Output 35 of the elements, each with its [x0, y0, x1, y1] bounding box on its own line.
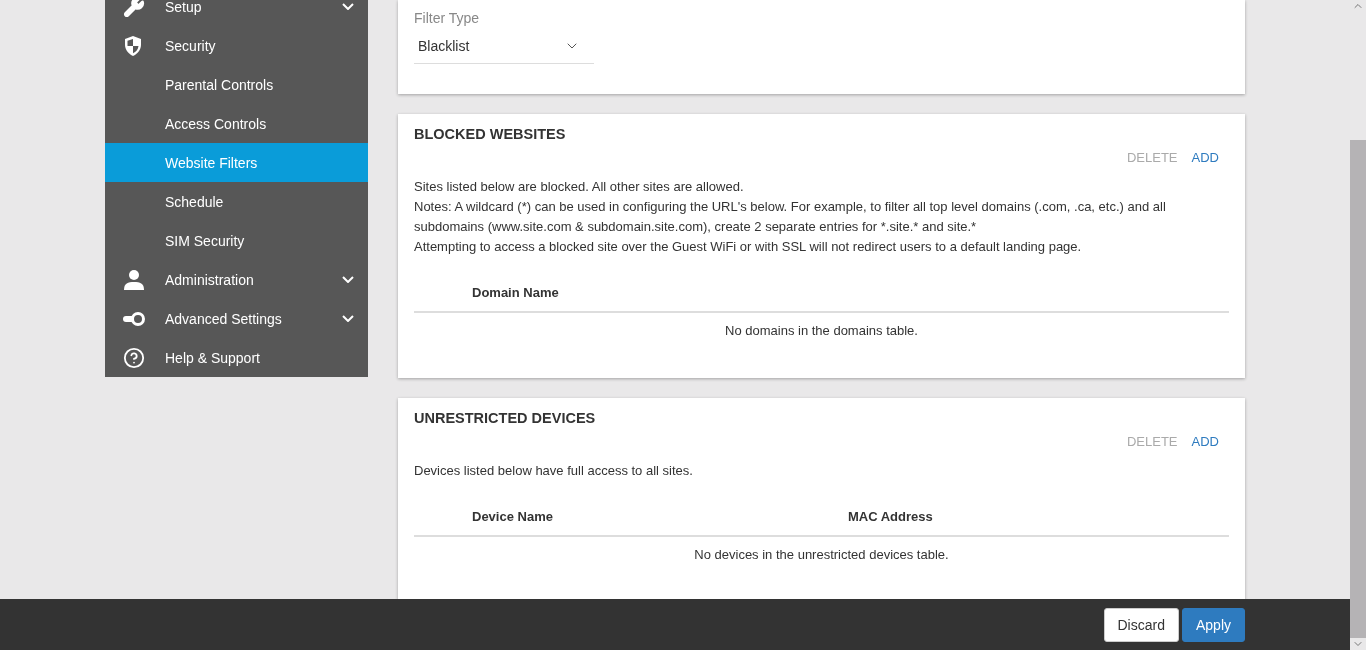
column-header: Device Name	[472, 509, 554, 524]
sidebar-item[interactable]: Administration	[105, 260, 368, 299]
column-header: MAC Address	[848, 509, 934, 524]
chevron-icon	[342, 315, 354, 322]
description-text: Notes: A wildcard (*) can be used in configuring the URL's below. For example, to filter all top level domains (.com, .ca, etc.) and all subdomains (www.site.com & subdomain.site.com), create 2 separate entries for *.site.* and site.*	[414, 198, 1167, 236]
chevron-icon	[342, 3, 354, 10]
column-header: Domain Name	[472, 285, 560, 300]
section-title: BLOCKED WEBSITES	[414, 126, 567, 142]
action-link[interactable]: ADD	[1191, 150, 1219, 165]
empty-table-message: No domains in the domains table.	[724, 322, 919, 338]
scrollbar-thumb[interactable]	[1350, 140, 1366, 638]
sidebar-item[interactable]: Security	[105, 26, 368, 65]
description-text: Attempting to access a blocked site over the Guest WiFi or with SSL will not redirect users to a default landing page.	[414, 238, 1083, 256]
empty-table-message: No devices in the unrestricted devices table.	[693, 546, 950, 562]
description-text: Devices listed below have full access to all sites.	[414, 462, 694, 480]
sidebar-item[interactable]: Advanced Settings	[105, 299, 368, 338]
sidebar-subitem[interactable]: Schedule	[105, 182, 368, 221]
toggle-icon	[123, 311, 145, 326]
wrench-icon	[123, 0, 145, 18]
description-text: Sites listed below are blocked. All other sites are allowed.	[414, 178, 745, 196]
chevron-icon	[342, 276, 354, 283]
shield-icon	[123, 34, 143, 57]
help-icon	[123, 346, 145, 369]
apply-button[interactable]: Apply	[1181, 607, 1245, 642]
sidebar-subitem[interactable]: SIM Security	[105, 221, 368, 260]
section-title: UNRESTRICTED DEVICES	[414, 410, 597, 426]
person-icon	[123, 269, 145, 290]
discard-button[interactable]: Discard	[1103, 607, 1179, 642]
filter-type-select[interactable]: Blacklist	[414, 38, 594, 64]
sidebar-item[interactable]: Help & Support	[105, 338, 368, 377]
sidebar-subitem[interactable]: Parental Controls	[105, 65, 368, 104]
sidebar-subitem[interactable]: Access Controls	[105, 104, 368, 143]
action-link[interactable]: ADD	[1191, 434, 1219, 449]
field-label: Filter Type	[414, 10, 481, 26]
sidebar-item[interactable]: Setup	[105, 0, 368, 26]
